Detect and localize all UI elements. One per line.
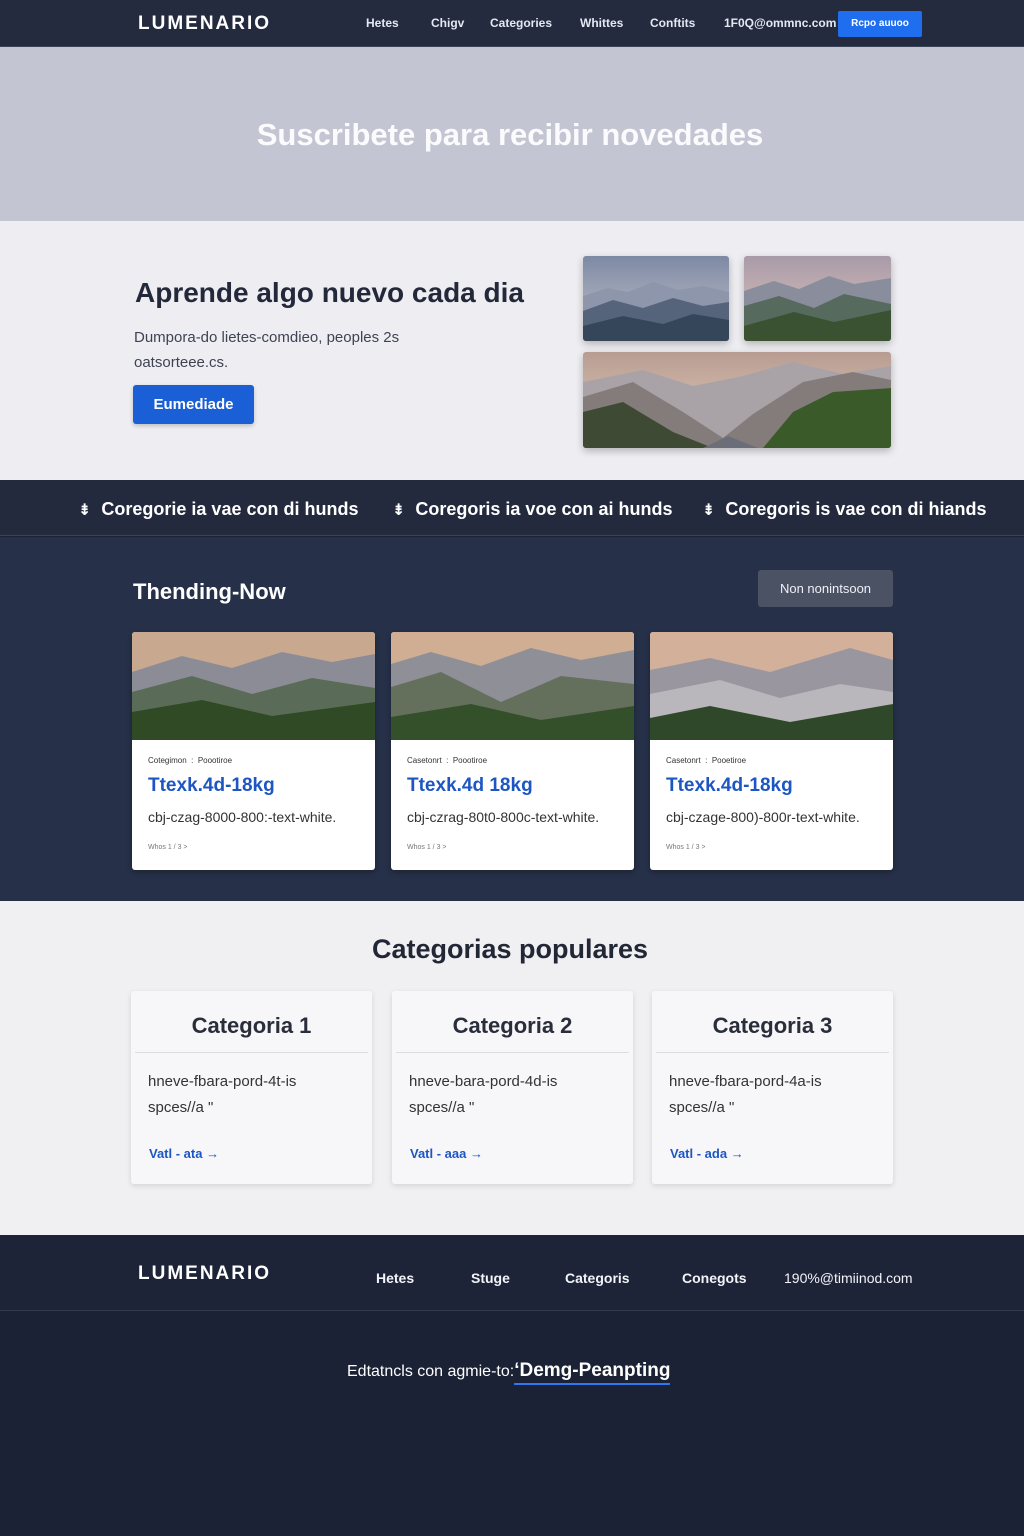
category-card[interactable]: Categoria 1 hneve-fbara-pord-4t-is spces… [131,991,372,1184]
move-icon: ⇟ [392,502,406,519]
category-name: Categoria 1 [191,1013,312,1038]
hero-title: Suscribete para recibir novedades [256,117,764,152]
nav-item-conftits[interactable]: Conftits [650,16,695,30]
card-title[interactable]: Ttexk.4d-18kg [666,775,793,797]
learn-title: Aprende algo nuevo cada dia [135,277,524,308]
band-item-label: Coregorie ia vae con di hunds [101,499,359,519]
nav-item-chigv[interactable]: Chigv [431,16,464,30]
move-icon: ⇟ [78,502,92,519]
card-meta: Casetonrt : Poootiroe [407,756,488,765]
footer-link-categoris[interactable]: Categoris [565,1270,630,1286]
category-name: Categoria 2 [452,1013,573,1038]
logo[interactable]: LUMENARIO [138,13,271,35]
card-description: cbj-czage-800)-800r-text-white. [666,809,860,825]
card-image [650,632,893,740]
band-item[interactable]: ⇟ Coregoris is vae con di hiands [702,499,986,520]
card-image [132,632,375,740]
footer-link-hetes[interactable]: Hetes [376,1270,414,1286]
card-description: cbj-czrag-80t0-800c-text-white. [407,809,600,825]
divider [656,1052,889,1053]
trending-card[interactable]: Casetonrt : Poootiroe Ttexk.4d 18kg cbj-… [391,632,634,870]
band-item-label: Coregoris ia voe con ai hunds [415,499,673,519]
mountain-photo-3 [583,352,891,448]
footer-link-conegots[interactable]: Conegots [682,1270,747,1286]
category-link[interactable]: Vatl - ada → [670,1146,744,1161]
card-meta: Cotegimon : Poootiroe [148,756,233,765]
category-card[interactable]: Categoria 2 hneve-bara-pord-4d-is spces/… [392,991,633,1184]
category-description: hneve-bara-pord-4d-is spces//a " [409,1073,558,1116]
trending-card[interactable]: Cotegimon : Poootiroe Ttexk.4d-18kg cbj-… [132,632,375,870]
mountain-photo-1 [583,256,729,341]
mountain-photo-2 [744,256,891,341]
divider [135,1052,368,1053]
trending-more-button[interactable]: Non nonintsoon [758,570,893,607]
footer-link-email[interactable]: 190%@timiinod.com [784,1270,913,1286]
footer-note-link[interactable]: ‘Demg-Peanpting [514,1360,671,1385]
card-title[interactable]: Ttexk.4d-18kg [148,775,275,797]
card-footer[interactable]: Whos 1 / 3 > [666,844,706,851]
card-footer[interactable]: Whos 1 / 3 > [407,844,447,851]
move-icon: ⇟ [702,502,716,519]
card-image [391,632,634,740]
card-footer[interactable]: Whos 1 / 3 > [148,844,188,851]
trending-title: Thending-Now [133,579,286,604]
nav-item-categories[interactable]: Categories [490,16,552,30]
nav-item-email[interactable]: 1F0Q@ommnc.com [724,16,836,30]
categories-title: Categorias populares [371,934,649,964]
category-link[interactable]: Vatl - ata → [149,1146,219,1161]
footer-note-text: Edtatncls con agmie-to: [347,1363,515,1380]
card-title[interactable]: Ttexk.4d 18kg [407,775,533,797]
card-description: cbj-czag-8000-800:-text-white. [148,809,337,825]
category-description: hneve-fbara-pord-4a-is spces//a " [669,1073,822,1116]
card-meta: Casetonrt : Pooetiroe [666,756,747,765]
divider [396,1052,629,1053]
category-link[interactable]: Vatl - aaa → [410,1146,483,1161]
band-item[interactable]: ⇟ Coregoris ia voe con ai hunds [392,499,672,520]
band-item-label: Coregoris is vae con di hiands [725,499,987,519]
footer-note: Edtatncls con agmie-to:‘Demg-Peanpting [347,1360,671,1385]
band-item[interactable]: ⇟ Coregorie ia vae con di hunds [78,499,358,520]
nav-item-whittes[interactable]: Whittes [580,16,623,30]
learn-button[interactable]: Eumediade [133,385,254,424]
category-card[interactable]: Categoria 3 hneve-fbara-pord-4a-is spces… [652,991,893,1184]
nav-item-hetes[interactable]: Hetes [366,16,399,30]
nav-cta-button[interactable]: Rcpo auuoo [838,11,922,37]
trending-card[interactable]: Casetonrt : Pooetiroe Ttexk.4d-18kg cbj-… [650,632,893,870]
footer-bottom [0,1312,1024,1536]
footer-link-stuge[interactable]: Stuge [471,1270,510,1286]
category-name: Categoria 3 [712,1013,833,1038]
learn-text: Dumpora-do lietes-comdieo, peoples 2s oa… [134,329,400,371]
category-description: hneve-fbara-pord-4t-is spces//a " [148,1073,297,1116]
footer-logo[interactable]: LUMENARIO [138,1263,271,1285]
